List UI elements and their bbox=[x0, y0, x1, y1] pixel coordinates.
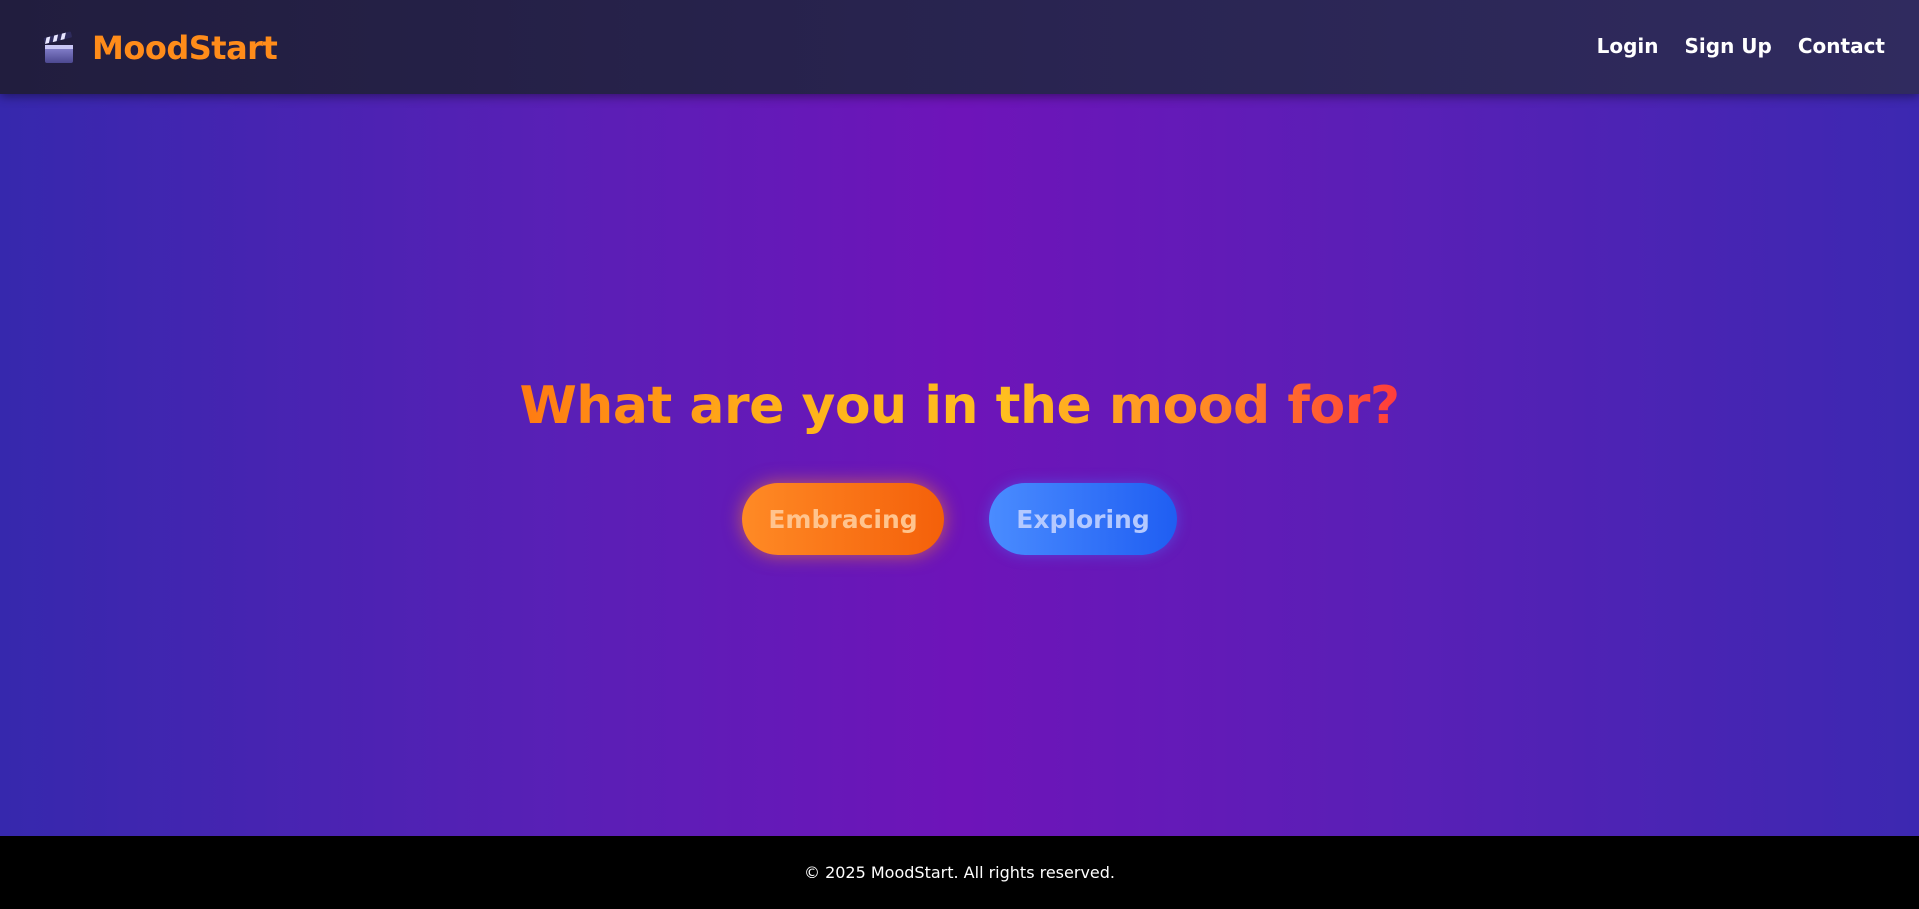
footer: © 2025 MoodStart. All rights reserved. bbox=[0, 836, 1919, 909]
nav-signup-link[interactable]: Sign Up bbox=[1685, 34, 1772, 58]
copyright-text: © 2025 MoodStart. All rights reserved. bbox=[803, 863, 1115, 882]
nav-contact-link[interactable]: Contact bbox=[1798, 34, 1885, 58]
hero-headline-text: What are you in the mood for? bbox=[519, 376, 1400, 436]
mood-button-group: Embracing Exploring bbox=[0, 483, 1919, 555]
nav-login-link[interactable]: Login bbox=[1597, 34, 1659, 58]
exploring-button[interactable]: Exploring bbox=[989, 483, 1177, 555]
brand-logo[interactable]: MoodStart bbox=[42, 28, 278, 68]
navbar: MoodStart Login Sign Up Contact bbox=[0, 0, 1919, 94]
hero-section: What are you in the mood for? Embracing … bbox=[0, 94, 1919, 836]
nav-links: Login Sign Up Contact bbox=[1571, 34, 1885, 58]
brand-name: MoodStart bbox=[92, 29, 278, 67]
hero-headline: What are you in the mood for? bbox=[0, 374, 1919, 438]
embracing-button[interactable]: Embracing bbox=[742, 483, 944, 555]
clapperboard-icon bbox=[43, 31, 73, 63]
